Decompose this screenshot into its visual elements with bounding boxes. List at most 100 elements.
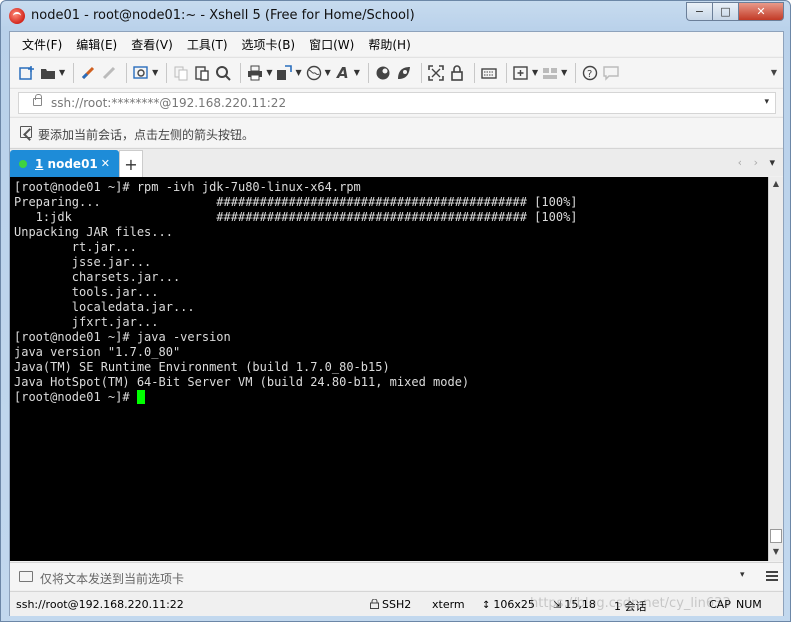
toolbar-divider (420, 62, 422, 83)
printer-icon (246, 64, 264, 82)
add-session-arrow-icon[interactable] (20, 126, 32, 138)
session-hint-bar: 要添加当前会话，点击左侧的箭头按钮。 (10, 117, 783, 147)
copy-icon (172, 64, 190, 82)
paste-icon (193, 64, 211, 82)
terminal-line: Java(TM) SE Runtime Environment (build 1… (14, 360, 390, 374)
watermark: https://blog.csdn.net/cy_lin633 (530, 596, 731, 611)
chevron-down-icon: ▼ (561, 68, 568, 77)
chevron-down-icon: ▼ (531, 68, 539, 77)
menu-tools[interactable]: 工具(T) (187, 36, 228, 53)
encoding-button[interactable]: ▼ (305, 62, 331, 84)
chevron-down-icon: ▼ (266, 68, 273, 77)
terminal-line: [root@node01 ~]# rpm -ivh jdk-7u80-linux… (14, 180, 361, 194)
new-session-button[interactable] (18, 62, 36, 84)
lock-icon (370, 598, 379, 609)
tab-number: 1 (35, 156, 44, 171)
tab-name: node01 (47, 156, 98, 171)
terminal-line: tools.jar... (14, 285, 159, 299)
keyboard-button[interactable] (480, 62, 498, 84)
session-hint-text: 要添加当前会话，点击左侧的箭头按钮。 (38, 128, 255, 142)
toolbar-overflow-icon[interactable]: ▼ (771, 62, 777, 84)
keyboard-icon (480, 64, 498, 82)
tab-scroll-arrows[interactable]: ‹ › (738, 156, 762, 169)
toolbar-divider (73, 62, 75, 83)
chat-bubble-icon (602, 64, 620, 82)
font-button[interactable]: A ▼ (334, 62, 360, 84)
new-tab-button[interactable]: ▼ (512, 62, 538, 84)
title-bar[interactable]: node01 - root@node01:~ - Xshell 5 (Free … (1, 1, 790, 31)
fullscreen-icon (427, 64, 445, 82)
terminal-scrollbar[interactable]: ▲ ▼ (768, 177, 783, 561)
disconnect-button[interactable] (100, 62, 118, 84)
toolbar-divider (126, 62, 128, 83)
add-tab-button[interactable]: + (119, 150, 143, 177)
disconnect-icon (100, 64, 118, 82)
address-bar: ssh://root:********@192.168.220.11:22 ▾ (10, 88, 783, 116)
terminal-line: jsse.jar... (14, 255, 152, 269)
xmanager-button[interactable] (395, 62, 413, 84)
keyboard-send-icon[interactable] (19, 571, 33, 582)
chevron-down-icon: ▼ (59, 68, 66, 77)
compose-bar: 仅将文本发送到当前选项卡 ▾ (10, 562, 783, 590)
toolbar-divider (240, 62, 242, 83)
terminal-line: jfxrt.jar... (14, 315, 159, 329)
terminal-cursor (136, 390, 145, 404)
xftp-icon (374, 64, 392, 82)
minimize-button[interactable]: − (686, 2, 712, 21)
window-controls: − □ ✕ (686, 2, 784, 21)
xmanager-icon (395, 64, 413, 82)
compose-input[interactable]: 仅将文本发送到当前选项卡 (40, 570, 184, 587)
fullscreen-button[interactable] (427, 62, 445, 84)
status-bar: ssh://root@192.168.220.11:22 SSH2 xterm … (10, 591, 783, 616)
resize-icon: ↕ (482, 600, 491, 611)
address-dropdown-icon[interactable]: ▾ (764, 97, 769, 107)
reconnect-button[interactable] (79, 62, 97, 84)
toolbar-divider (166, 62, 168, 83)
menu-edit[interactable]: 编辑(E) (76, 36, 117, 53)
menu-tab[interactable]: 选项卡(B) (242, 36, 296, 53)
tab-node01[interactable]: 1 node01 ✕ (10, 150, 119, 177)
terminal-prompt-line: [root@node01 ~]# (14, 390, 764, 405)
status-protocol: SSH2 (370, 598, 411, 611)
transfer-button[interactable]: ▼ (275, 62, 302, 84)
compose-dropdown-icon[interactable]: ▾ (740, 570, 745, 580)
terminal-output[interactable]: [root@node01 ~]# rpm -ivh jdk-7u80-linux… (10, 177, 768, 561)
scrollbar-thumb[interactable] (770, 529, 782, 543)
menu-icon[interactable] (766, 571, 778, 581)
window-title: node01 - root@node01:~ - Xshell 5 (Free … (31, 8, 415, 23)
layout-button[interactable]: ▼ (541, 62, 567, 84)
menu-file[interactable]: 文件(F) (22, 36, 62, 53)
menu-window[interactable]: 窗口(W) (309, 36, 354, 53)
close-button[interactable]: ✕ (738, 2, 784, 21)
menu-view[interactable]: 查看(V) (131, 36, 173, 53)
chevron-down-icon: ▼ (152, 68, 159, 77)
open-button[interactable]: ▼ (39, 62, 65, 84)
address-input[interactable]: ssh://root:********@192.168.220.11:22 ▾ (18, 92, 776, 114)
scroll-up-icon[interactable]: ▲ (769, 179, 783, 191)
chevron-down-icon: ▼ (324, 68, 331, 77)
folder-icon (39, 64, 57, 82)
status-protocol-text: SSH2 (382, 598, 412, 611)
new-session-icon (18, 64, 36, 82)
feedback-button[interactable] (602, 62, 620, 84)
scroll-down-icon[interactable]: ▼ (769, 547, 783, 559)
svg-text:?: ? (587, 69, 592, 80)
toolbar-divider (575, 62, 577, 83)
maximize-button[interactable]: □ (712, 2, 738, 21)
find-button[interactable] (214, 62, 232, 84)
lock-icon (448, 64, 466, 82)
tab-navigation[interactable]: ‹ › ▾ (738, 156, 775, 169)
tab-close-icon[interactable]: ✕ (101, 157, 110, 170)
lock-button[interactable] (448, 62, 466, 84)
properties-button[interactable]: ▼ (132, 62, 158, 84)
menu-help[interactable]: 帮助(H) (368, 36, 410, 53)
transfer-icon (275, 64, 293, 82)
tab-list-dropdown-icon[interactable]: ▾ (769, 156, 775, 169)
copy-button[interactable] (172, 62, 190, 84)
toolbar-divider (473, 62, 475, 83)
help-button[interactable]: ? (581, 62, 599, 84)
app-window: node01 - root@node01:~ - Xshell 5 (Free … (0, 0, 791, 622)
print-button[interactable]: ▼ (246, 62, 272, 84)
xftp-button[interactable] (374, 62, 392, 84)
paste-button[interactable] (193, 62, 211, 84)
